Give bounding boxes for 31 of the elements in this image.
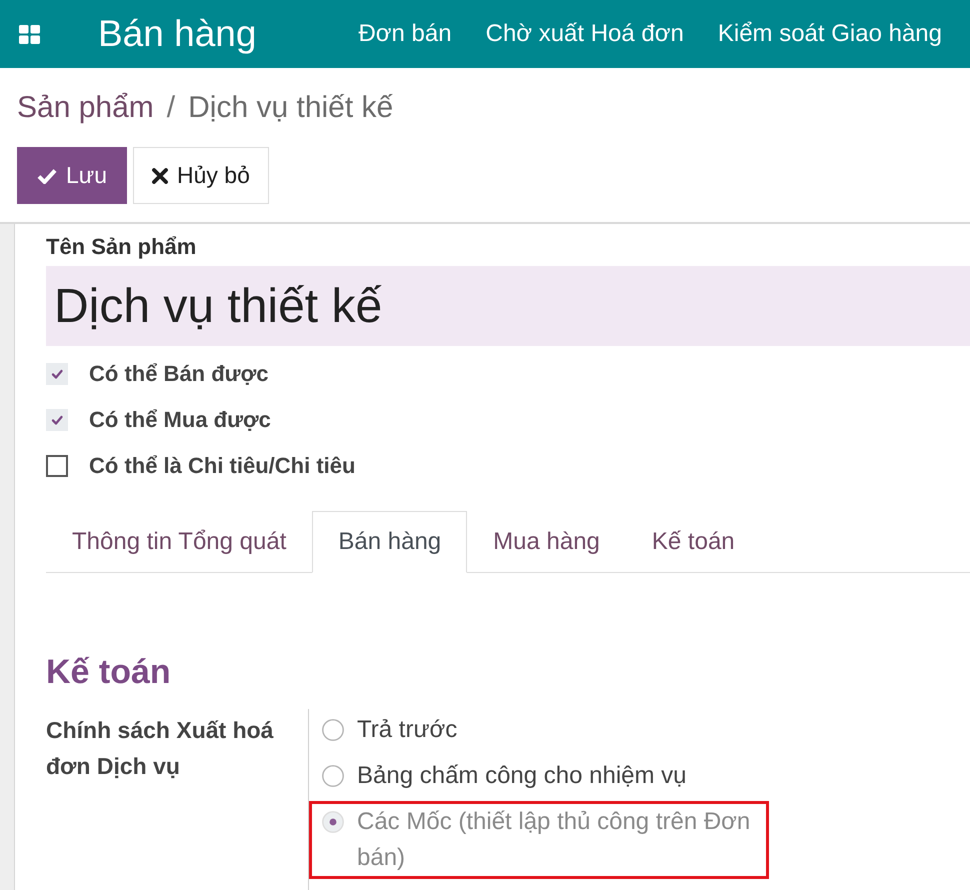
cancel-button[interactable]: Hủy bỏ <box>132 147 269 204</box>
field-label: Tên Sản phẩm <box>46 235 196 259</box>
checkbox-label: Có thể là Chi tiêu/Chi tiêu <box>89 453 356 479</box>
apps-menu-icon[interactable] <box>19 24 40 44</box>
section-title: Kế toán <box>46 652 171 692</box>
field-label: Chính sách Xuất hoá đơn Dịch vụ <box>46 716 274 781</box>
radio-label: Bảng chấm công cho nhiệm vụ <box>357 761 687 791</box>
menu-item[interactable]: Chờ xuất Hoá đơn <box>486 20 684 48</box>
tab[interactable]: Kế toán <box>626 511 761 572</box>
radio-label: Trả trước <box>357 715 458 745</box>
radio-label: Các Mốc (thiết lập thủ công trên Đơn bán) <box>357 807 752 873</box>
tab[interactable]: Mua hàng <box>467 511 626 572</box>
check-icon <box>37 168 57 184</box>
checkbox-label: Có thể Mua được <box>89 407 271 433</box>
breadcrumb-separator: / <box>166 91 176 125</box>
tab[interactable]: Thông tin Tổng quát <box>46 511 312 572</box>
menu-item[interactable]: Kiểm soát Giao hàng <box>718 20 942 48</box>
tab[interactable]: Bán hàng <box>312 511 468 573</box>
product-name-field[interactable]: Dịch vụ thiết kế <box>46 266 970 346</box>
app-title[interactable]: Bán hàng <box>98 13 256 55</box>
breadcrumb-link[interactable]: Sản phẩm <box>17 91 154 125</box>
checkbox-label: Có thể Bán được <box>89 361 268 387</box>
checkbox[interactable] <box>46 363 68 385</box>
checkbox[interactable] <box>46 409 68 431</box>
close-icon <box>152 168 168 184</box>
breadcrumb-current: Dịch vụ thiết kế <box>188 91 394 125</box>
checkbox[interactable] <box>46 455 68 477</box>
radio-button[interactable] <box>322 719 344 741</box>
save-button[interactable]: Lưu <box>17 147 127 204</box>
menu-item[interactable]: Đơn bán <box>358 20 452 48</box>
radio-button[interactable] <box>322 765 344 787</box>
